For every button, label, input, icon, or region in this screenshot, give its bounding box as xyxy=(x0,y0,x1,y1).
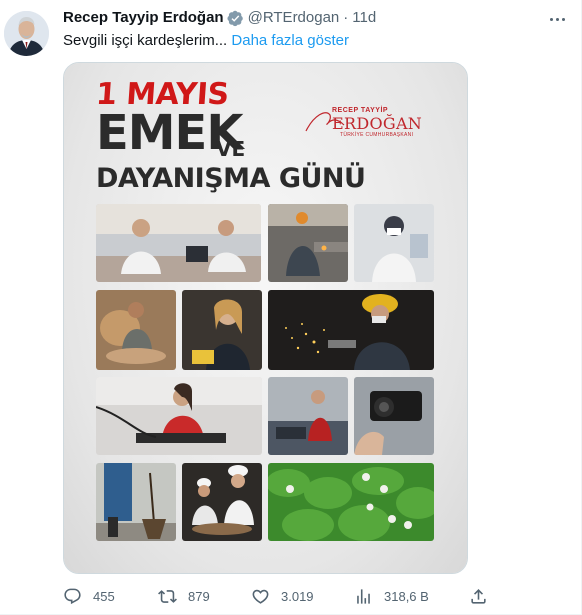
retweet-button[interactable]: 879 xyxy=(158,584,210,608)
photo-lab-technician xyxy=(354,204,434,282)
photo-textile-machine xyxy=(96,377,262,455)
timestamp[interactable]: 11d xyxy=(352,9,376,27)
share-button[interactable] xyxy=(469,584,488,608)
poster-title-ve: VE xyxy=(216,137,246,161)
verified-icon xyxy=(227,10,243,26)
signature-name: ERDOĞAN xyxy=(332,114,423,133)
retweet-count: 879 xyxy=(188,588,210,604)
signature-small: RECEP TAYYİP xyxy=(332,107,389,114)
photo-street-cleaner xyxy=(96,463,176,541)
photo-craftsman xyxy=(96,290,176,370)
tweet-header: Recep Tayyip Erdoğan @RTErdogan · 11d xyxy=(63,9,376,27)
separator: · xyxy=(343,9,349,26)
tweet-card[interactable]: Recep Tayyip Erdoğan @RTErdogan · 11d Se… xyxy=(0,0,582,615)
poster-subtitle: DAYANIŞMA GÜNÜ xyxy=(96,163,366,194)
author-handle[interactable]: @RTErdogan xyxy=(248,9,340,27)
tweet-actions: 455 879 3.019 318,6 B xyxy=(63,584,493,608)
show-more-link[interactable]: Daha fazla göster xyxy=(231,32,349,49)
photo-textile-worker xyxy=(182,290,262,370)
like-button[interactable]: 3.019 xyxy=(251,584,314,608)
retweet-icon xyxy=(158,589,177,603)
photo-factory-worker xyxy=(268,377,348,455)
tweet-text-content: Sevgili işçi kardeşlerim... xyxy=(63,32,228,49)
like-count: 3.019 xyxy=(281,588,314,604)
photo-chefs xyxy=(182,463,262,541)
tweet-text: Sevgili işçi kardeşlerim... Daha fazla g… xyxy=(63,31,349,51)
views-button[interactable]: 318,6 B xyxy=(354,584,429,608)
reply-button[interactable]: 455 xyxy=(63,584,115,608)
share-icon xyxy=(471,588,486,604)
author-name[interactable]: Recep Tayyip Erdoğan xyxy=(63,9,224,27)
photo-cameraman xyxy=(354,377,434,455)
reply-icon xyxy=(64,588,81,604)
photo-welder xyxy=(268,204,348,282)
tweet-media-image[interactable]: 1 MAYIS EMEK VE DAYANIŞMA GÜNÜ RECEP TAY… xyxy=(63,62,468,574)
views-icon xyxy=(357,588,370,604)
like-icon xyxy=(252,589,269,604)
more-icon[interactable] xyxy=(545,11,569,27)
avatar-image xyxy=(4,11,49,56)
photo-tea-harvest xyxy=(268,463,434,541)
avatar[interactable] xyxy=(4,11,49,56)
views-count: 318,6 B xyxy=(384,588,429,604)
signature-title: TÜRKİYE CUMHURBAŞKANI xyxy=(340,132,414,138)
reply-count: 455 xyxy=(93,588,115,604)
photo-lab-workers xyxy=(96,204,261,282)
photo-grinding-worker xyxy=(268,290,434,370)
